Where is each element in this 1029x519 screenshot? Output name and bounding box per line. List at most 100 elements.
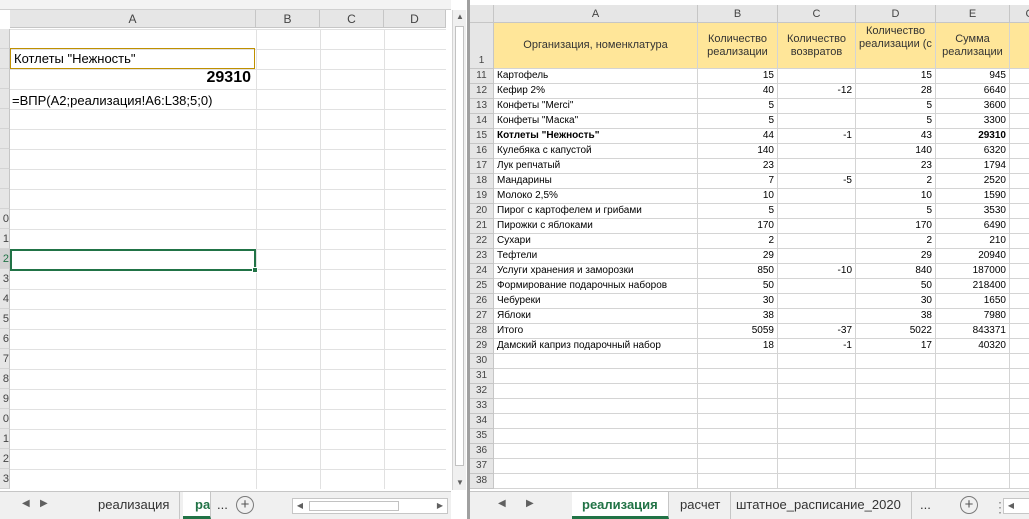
right-col-header[interactable]: C — [778, 5, 856, 23]
table-cell-b[interactable]: 38 — [698, 309, 778, 324]
empty-cell[interactable] — [698, 414, 778, 429]
table-cell-b[interactable]: 7 — [698, 174, 778, 189]
table-cell-e[interactable]: 3530 — [936, 204, 1010, 219]
table-cell-d[interactable]: 5 — [856, 114, 936, 129]
right-row-header[interactable]: 13 — [470, 99, 494, 114]
table-cell-empty[interactable] — [1010, 309, 1029, 324]
table-cell-b[interactable]: 10 — [698, 189, 778, 204]
table-cell-c[interactable] — [778, 279, 856, 294]
right-row-header[interactable]: 38 — [470, 474, 494, 489]
table-cell-e[interactable]: 3300 — [936, 114, 1010, 129]
table-cell-b[interactable]: 850 — [698, 264, 778, 279]
left-row-header[interactable]: 1 — [0, 429, 10, 449]
table-cell-d[interactable]: 5 — [856, 99, 936, 114]
table-cell-a[interactable]: Пирожки с яблоками — [494, 219, 698, 234]
left-row-header[interactable] — [0, 109, 10, 129]
table-header-cell[interactable]: Организация, номенклатура — [494, 23, 698, 69]
right-row-header[interactable]: 18 — [470, 174, 494, 189]
left-row-header[interactable] — [0, 169, 10, 189]
table-cell-b[interactable]: 40 — [698, 84, 778, 99]
empty-cell[interactable] — [778, 354, 856, 369]
left-row-header[interactable]: 0 — [0, 409, 10, 429]
empty-cell[interactable] — [1010, 429, 1029, 444]
empty-cell[interactable] — [698, 474, 778, 489]
empty-cell[interactable] — [778, 369, 856, 384]
table-cell-a[interactable]: Кефир 2% — [494, 84, 698, 99]
right-row-header[interactable]: 27 — [470, 309, 494, 324]
left-row-header[interactable] — [0, 49, 10, 69]
right-row-header[interactable]: 32 — [470, 384, 494, 399]
left-horizontal-scrollbar[interactable]: ◀ ▶ — [292, 498, 448, 514]
table-cell-a[interactable]: Итого — [494, 324, 698, 339]
table-cell-e[interactable]: 20940 — [936, 249, 1010, 264]
right-more-tabs[interactable]: ... — [914, 492, 937, 519]
empty-cell[interactable] — [1010, 354, 1029, 369]
left-row-header[interactable]: 9 — [0, 389, 10, 409]
select-all-corner[interactable] — [470, 5, 494, 23]
table-cell-d[interactable]: 50 — [856, 279, 936, 294]
scroll-up-icon[interactable]: ▲ — [453, 10, 467, 24]
empty-cell[interactable] — [856, 444, 936, 459]
table-cell-a[interactable]: Яблоки — [494, 309, 698, 324]
tab-scroll-left-icon[interactable]: ◀ — [498, 498, 506, 509]
right-row-header[interactable]: 20 — [470, 204, 494, 219]
empty-cell[interactable] — [494, 399, 698, 414]
table-cell-c[interactable]: -1 — [778, 339, 856, 354]
empty-cell[interactable] — [778, 444, 856, 459]
table-cell-c[interactable] — [778, 99, 856, 114]
table-cell-e[interactable]: 6490 — [936, 219, 1010, 234]
empty-cell[interactable] — [778, 414, 856, 429]
table-cell-c[interactable] — [778, 234, 856, 249]
right-col-header[interactable]: B — [698, 5, 778, 23]
right-horizontal-scrollbar[interactable]: ◀ — [1003, 498, 1029, 514]
left-col-header-d[interactable]: D — [384, 10, 446, 28]
table-cell-d[interactable]: 38 — [856, 309, 936, 324]
table-cell-d[interactable]: 840 — [856, 264, 936, 279]
right-row-header[interactable]: 26 — [470, 294, 494, 309]
right-row-header[interactable]: 28 — [470, 324, 494, 339]
right-row-header[interactable]: 21 — [470, 219, 494, 234]
table-cell-c[interactable] — [778, 309, 856, 324]
table-cell-c[interactable] — [778, 204, 856, 219]
table-cell-e[interactable]: 218400 — [936, 279, 1010, 294]
right-col-header[interactable]: C — [1010, 5, 1029, 23]
left-row-header[interactable]: 1 — [0, 229, 10, 249]
table-cell-e[interactable]: 1590 — [936, 189, 1010, 204]
table-cell-c[interactable] — [778, 294, 856, 309]
selected-cell-a12[interactable] — [10, 249, 258, 273]
left-row-header[interactable]: 2 — [0, 449, 10, 469]
table-cell-e[interactable]: 2520 — [936, 174, 1010, 189]
empty-cell[interactable] — [698, 399, 778, 414]
table-cell-e[interactable]: 40320 — [936, 339, 1010, 354]
empty-cell[interactable] — [1010, 414, 1029, 429]
right-row-header[interactable]: 12 — [470, 84, 494, 99]
table-cell-d[interactable]: 140 — [856, 144, 936, 159]
empty-cell[interactable] — [494, 369, 698, 384]
table-cell-e[interactable]: 843371 — [936, 324, 1010, 339]
table-cell-a[interactable]: Мандарины — [494, 174, 698, 189]
empty-cell[interactable] — [1010, 369, 1029, 384]
empty-cell[interactable] — [936, 369, 1010, 384]
table-cell-d[interactable]: 5022 — [856, 324, 936, 339]
table-cell-e[interactable]: 210 — [936, 234, 1010, 249]
table-cell-d[interactable]: 2 — [856, 174, 936, 189]
empty-cell[interactable] — [778, 384, 856, 399]
right-row-header[interactable]: 19 — [470, 189, 494, 204]
left-row-header[interactable]: 0 — [0, 209, 10, 229]
table-cell-d[interactable]: 29 — [856, 249, 936, 264]
right-row-header[interactable]: 17 — [470, 159, 494, 174]
left-col-header-c[interactable]: C — [320, 10, 384, 28]
table-cell-b[interactable]: 5 — [698, 204, 778, 219]
table-cell-e[interactable]: 6640 — [936, 84, 1010, 99]
table-cell-a[interactable]: Пирог с картофелем и грибами — [494, 204, 698, 219]
table-cell-d[interactable]: 15 — [856, 69, 936, 84]
table-cell-a[interactable]: Кулебяка с капустой — [494, 144, 698, 159]
table-cell-a[interactable]: Тефтели — [494, 249, 698, 264]
left-vscroll-thumb[interactable] — [455, 26, 464, 466]
empty-cell[interactable] — [698, 444, 778, 459]
table-cell-c[interactable]: -5 — [778, 174, 856, 189]
empty-cell[interactable] — [936, 384, 1010, 399]
table-cell-d[interactable]: 17 — [856, 339, 936, 354]
table-cell-empty[interactable] — [1010, 69, 1029, 84]
table-cell-empty[interactable] — [1010, 249, 1029, 264]
